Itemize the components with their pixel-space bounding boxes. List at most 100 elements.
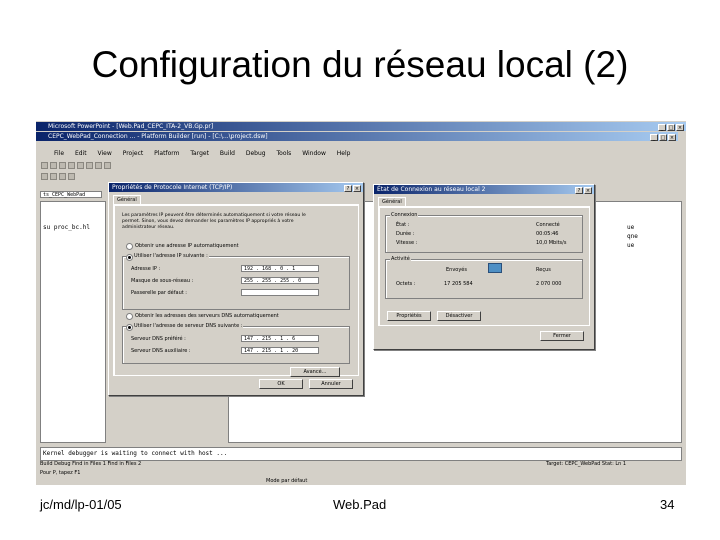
received-label: Reçus	[536, 267, 551, 273]
code-right-3: ue	[627, 242, 635, 249]
manual-dns-radio[interactable]	[126, 324, 133, 331]
menu-build[interactable]: Build	[220, 150, 235, 157]
build-icon[interactable]	[41, 173, 48, 180]
slide-title: Configuration du réseau local (2)	[91, 44, 629, 85]
dns2-label: Serveur DNS auxiliaire :	[131, 348, 191, 354]
duration-value: 00:05:46	[536, 231, 559, 237]
save-icon[interactable]	[59, 162, 66, 169]
menu-file[interactable]: File	[54, 150, 64, 157]
state-label: État :	[396, 222, 410, 228]
cut-icon[interactable]	[68, 162, 75, 169]
copy-icon[interactable]	[77, 162, 84, 169]
screenshot: Microsoft PowerPoint - [Web.Pad_CEPC_ITA…	[36, 121, 686, 485]
menu-window[interactable]: Window	[302, 150, 326, 157]
code-right-1: ue	[627, 224, 635, 231]
gateway-field[interactable]	[241, 289, 319, 296]
close-icon[interactable]: ×	[668, 134, 676, 141]
sent-value: 17 205 584	[444, 281, 473, 287]
tcpip-title: Propriétés de Protocole Internet (TCP/IP…	[112, 184, 233, 191]
menu-help[interactable]: Help	[337, 150, 351, 157]
close-icon[interactable]: ×	[676, 124, 684, 131]
gateway-label: Passerelle par défaut :	[131, 290, 187, 296]
properties-button[interactable]: Propriétés	[387, 311, 431, 321]
status-target: Target: CEPC_WebPad Stat: Ln 1	[546, 461, 627, 467]
menu-edit[interactable]: Edit	[75, 150, 87, 157]
status-help: Pour P, tapez F1	[40, 470, 81, 476]
status-mode: Mode par défaut	[266, 478, 308, 484]
run-icon[interactable]	[50, 173, 57, 180]
tcpip-intro: Les paramètres IP peuvent être déterminé…	[122, 213, 306, 230]
menu-platform[interactable]: Platform	[154, 150, 179, 157]
ip-group: Utiliser l'adresse IP suivante : Adresse…	[122, 253, 350, 310]
dns1-field[interactable]: 147 . 215 . 1 . 6	[241, 335, 319, 342]
auto-ip-label: Obtenir une adresse IP automatiquement	[135, 243, 239, 249]
activity-group-label: Activité	[390, 256, 411, 262]
disable-button[interactable]: Désactiver	[437, 311, 481, 321]
ip-label: Adresse IP :	[131, 266, 161, 272]
menu-bar: File Edit View Project Platform Target B…	[54, 150, 359, 159]
paste-icon[interactable]	[86, 162, 93, 169]
auto-ip-radio[interactable]	[126, 243, 133, 250]
connection-group-label: Connexion	[390, 212, 419, 218]
footer-left: jc/md/lp-01/05	[40, 497, 122, 512]
outer-window-title: Microsoft PowerPoint - [Web.Pad_CEPC_ITA…	[48, 123, 214, 130]
menu-tools[interactable]: Tools	[277, 150, 292, 157]
octets-label: Octets :	[396, 281, 416, 287]
tcpip-title-bar: Propriétés de Protocole Internet (TCP/IP…	[109, 183, 363, 192]
tcpip-tab-panel: Les paramètres IP peuvent être déterminé…	[113, 204, 359, 377]
auto-dns-radio[interactable]	[126, 313, 133, 320]
debug-icon[interactable]	[68, 173, 75, 180]
toolbar-2	[40, 172, 682, 181]
dns-group: Utiliser l'adresse de serveur DNS suivan…	[122, 323, 350, 364]
menu-target[interactable]: Target	[190, 150, 209, 157]
inner-window-title: CEPC_WebPad_Connection ... - Platform Bu…	[48, 133, 268, 140]
connection-title: État de Connexion au réseau local 2	[377, 186, 486, 193]
menu-debug[interactable]: Debug	[246, 150, 266, 157]
close-icon[interactable]: ×	[353, 185, 361, 192]
received-value: 2 070 000	[536, 281, 562, 287]
help-icon[interactable]: ?	[575, 187, 583, 194]
footer-center: Web.Pad	[333, 497, 387, 512]
open-icon[interactable]	[50, 162, 57, 169]
connection-dialog: État de Connexion au réseau local 2 ? × G…	[373, 184, 595, 350]
connection-title-bar: État de Connexion au réseau local 2 ? ×	[374, 185, 594, 194]
cancel-button[interactable]: Annuler	[309, 379, 353, 389]
menu-project[interactable]: Project	[123, 150, 144, 157]
maximize-icon[interactable]: □	[667, 124, 675, 131]
close-icon[interactable]: ×	[584, 187, 592, 194]
new-file-icon[interactable]	[41, 162, 48, 169]
workspace-pane: su proc_bc.hl	[40, 201, 106, 443]
dns2-field[interactable]: 147 . 215 . 1 . 20	[241, 347, 319, 354]
undo-icon[interactable]	[95, 162, 102, 169]
tab-general[interactable]: Général	[113, 195, 141, 204]
state-value: Connecté	[536, 222, 560, 228]
outer-title-bar: Microsoft PowerPoint - [Web.Pad_CEPC_ITA…	[36, 122, 686, 131]
menu-view[interactable]: View	[98, 150, 112, 157]
output-pane: Kernel debugger is waiting to connect wi…	[40, 447, 682, 461]
speed-value: 10,0 Mbits/s	[536, 240, 567, 246]
mask-field[interactable]: 255 . 255 . 255 . 0	[241, 277, 319, 284]
manual-ip-radio[interactable]	[126, 254, 133, 261]
footer-page-number: 34	[660, 497, 675, 512]
connection-tab-panel: Connexion État : Connecté Durée : 00:05:…	[378, 206, 590, 326]
mask-label: Masque de sous-réseau :	[131, 278, 194, 284]
help-icon[interactable]: ?	[344, 185, 352, 192]
stop-icon[interactable]	[59, 173, 66, 180]
tcpip-dialog: Propriétés de Protocole Internet (TCP/IP…	[108, 182, 364, 396]
auto-dns-label: Obtenir les adresses des serveurs DNS au…	[135, 313, 279, 319]
advanced-button[interactable]: Avancé...	[290, 367, 340, 377]
left-combo[interactable]: ts_CEPC_WebPad	[40, 191, 102, 198]
close-button[interactable]: Fermer	[540, 331, 584, 341]
minimize-icon[interactable]: _	[658, 124, 666, 131]
sent-label: Envoyés	[446, 267, 467, 273]
toolbar-1	[40, 161, 682, 170]
minimize-icon[interactable]: _	[650, 134, 658, 141]
ip-field[interactable]: 192 . 168 . 0 . 1	[241, 265, 319, 272]
ok-button[interactable]: OK	[259, 379, 303, 389]
maximize-icon[interactable]: □	[659, 134, 667, 141]
output-text: Kernel debugger is waiting to connect wi…	[43, 450, 228, 457]
redo-icon[interactable]	[104, 162, 111, 169]
manual-dns-label: Utiliser l'adresse de serveur DNS suivan…	[133, 323, 244, 329]
connection-group: Connexion État : Connecté Durée : 00:05:…	[385, 212, 583, 253]
tab-general[interactable]: Général	[378, 197, 406, 206]
